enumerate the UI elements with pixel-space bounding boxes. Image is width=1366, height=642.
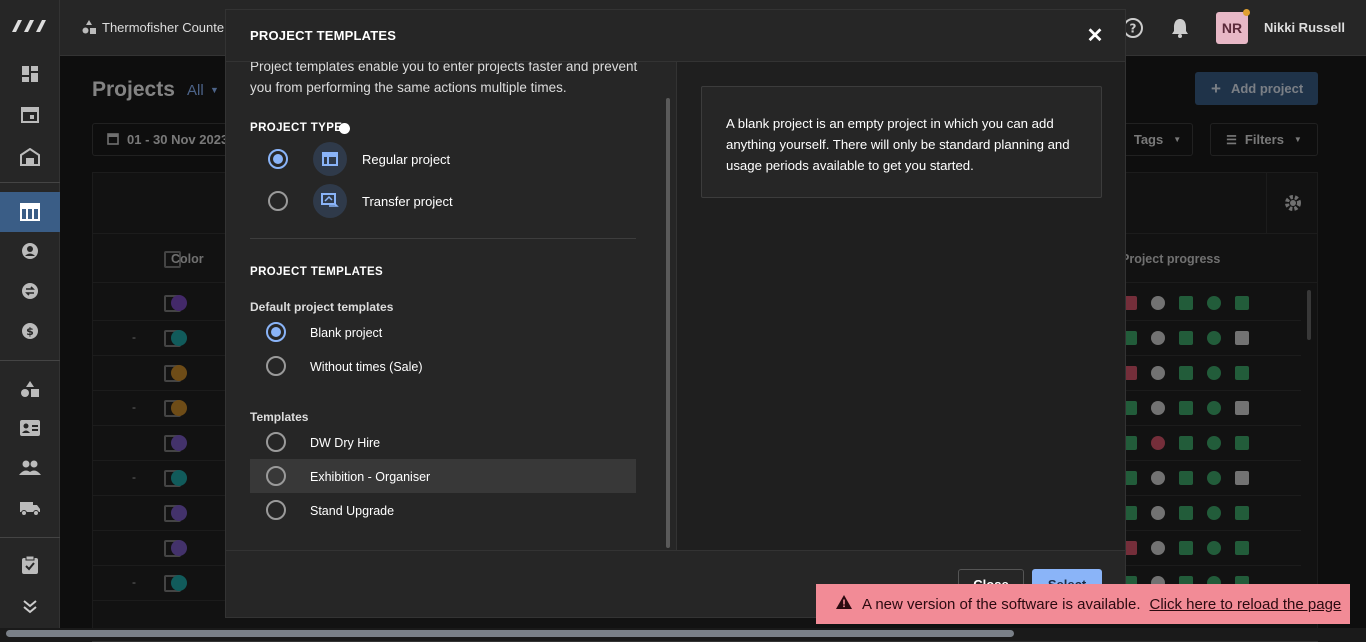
intro-line-2: you from performing the same actions mul… [250, 80, 567, 95]
horizontal-scrollbar [0, 628, 1366, 641]
intro-text: Project templates enable you to enter pr… [250, 62, 650, 98]
people-icon[interactable] [18, 456, 42, 480]
user-name[interactable]: Nikki Russell [1264, 20, 1345, 35]
label-exhibition-organiser[interactable]: Exhibition - Organiser [310, 470, 430, 484]
project-templates-modal: PROJECT TEMPLATES ✕ Project templates en… [225, 9, 1126, 618]
toast-message: A new version of the software is availab… [862, 595, 1141, 613]
radio-exhibition-organiser[interactable] [266, 466, 286, 486]
warning-icon [836, 595, 852, 613]
label-regular-project[interactable]: Regular project [362, 152, 450, 167]
exchange-icon[interactable] [18, 279, 42, 303]
update-toast: A new version of the software is availab… [816, 584, 1350, 624]
dashboard-icon[interactable] [18, 62, 42, 86]
close-icon[interactable]: ✕ [1084, 24, 1106, 47]
contact-card-icon[interactable] [18, 416, 42, 440]
transfer-icon [313, 184, 347, 218]
modal-title: PROJECT TEMPLATES [250, 28, 397, 43]
intro-line-1: Project templates enable you to enter pr… [250, 62, 638, 74]
label-blank-project[interactable]: Blank project [310, 326, 382, 340]
radio-stand-upgrade[interactable] [266, 500, 286, 520]
template-row-hover[interactable] [250, 459, 636, 493]
clipboard-check-icon[interactable] [18, 553, 42, 577]
template-description-pane: A blank project is an empty project in w… [676, 62, 1125, 550]
sidebar: $ [0, 0, 60, 641]
info-icon[interactable] [339, 123, 350, 134]
radio-without-times[interactable] [266, 356, 286, 376]
label-stand-upgrade[interactable]: Stand Upgrade [310, 504, 394, 518]
radio-dw-dry-hire[interactable] [266, 432, 286, 452]
organization-icon [82, 20, 96, 34]
bell-icon[interactable] [1170, 17, 1190, 39]
divider [250, 238, 636, 239]
label-without-times[interactable]: Without times (Sale) [310, 360, 423, 374]
project-type-heading: PROJECT TYPE [250, 122, 343, 134]
horizontal-scrollbar-thumb[interactable] [6, 630, 1014, 637]
project-templates-heading: PROJECT TEMPLATES [250, 266, 384, 278]
warehouse-icon[interactable] [18, 145, 42, 169]
table-icon [313, 142, 347, 176]
default-templates-heading: Default project templates [250, 300, 394, 314]
avatar[interactable]: NR [1216, 12, 1248, 44]
modal-header: PROJECT TEMPLATES ✕ [226, 10, 1125, 62]
radio-transfer-project[interactable] [268, 191, 288, 211]
projects-table-icon[interactable] [18, 200, 42, 224]
reload-link[interactable]: Click here to reload the page [1149, 596, 1341, 613]
template-description: A blank project is an empty project in w… [701, 86, 1102, 198]
notification-dot [1243, 9, 1250, 16]
app-logo[interactable] [10, 14, 50, 38]
truck-icon[interactable] [18, 496, 42, 520]
dollar-icon[interactable]: $ [18, 319, 42, 343]
contact-icon[interactable] [18, 239, 42, 263]
organization-name[interactable]: Thermofisher Counte [102, 20, 224, 35]
label-transfer-project[interactable]: Transfer project [362, 194, 453, 209]
shapes-icon[interactable] [18, 377, 42, 401]
chevron-down-icon[interactable] [18, 594, 42, 618]
templates-heading: Templates [250, 410, 309, 424]
template-options-pane[interactable]: Project templates enable you to enter pr… [226, 62, 676, 550]
radio-regular-project[interactable] [268, 149, 288, 169]
calendar-icon[interactable] [18, 102, 42, 126]
svg-text:$: $ [26, 325, 34, 338]
svg-text:?: ? [1130, 22, 1137, 36]
label-dw-dry-hire[interactable]: DW Dry Hire [310, 436, 380, 450]
left-pane-scrollbar[interactable] [666, 98, 670, 548]
radio-blank-project[interactable] [266, 322, 286, 342]
